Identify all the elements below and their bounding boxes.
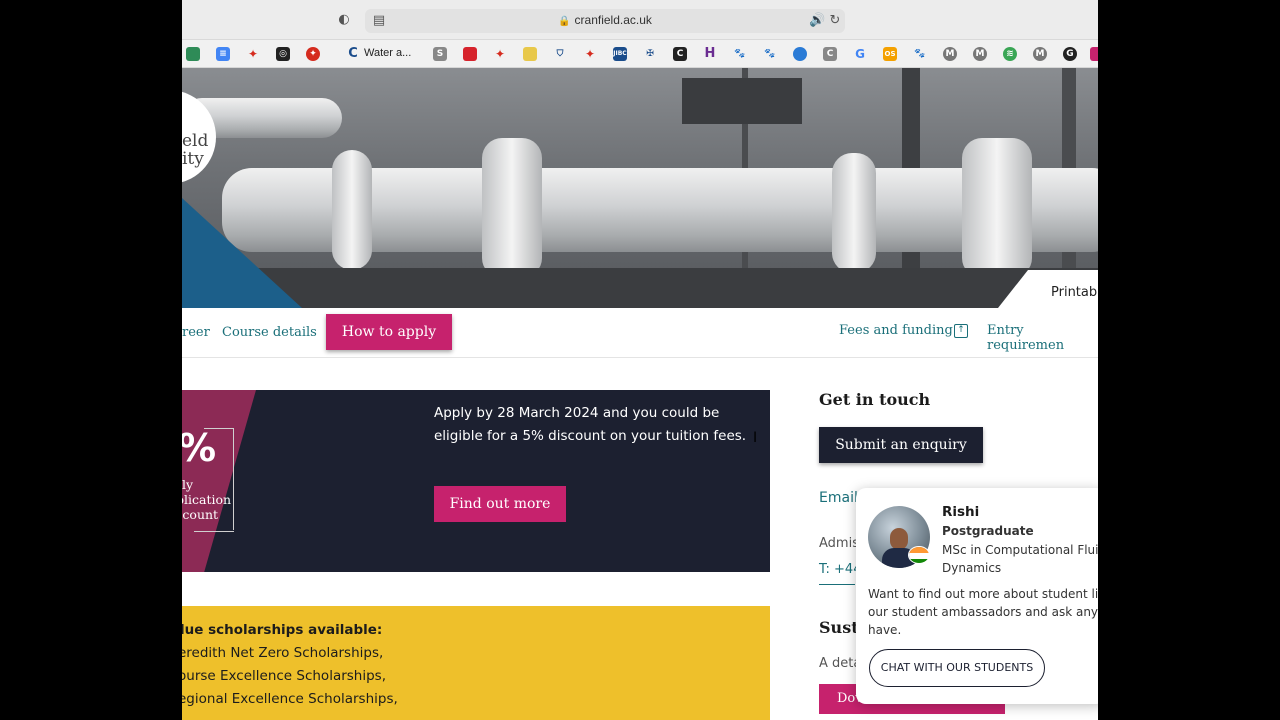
scholarships-box: lue scholarships available: eredith Net … [182,606,770,720]
reload-icon[interactable]: ↻ [827,13,843,29]
browser-window: ◐ ▤ 🔒 cranfield.ac.uk 🔊 ↻ ≡ ✦ ◎ ✦ C Water… [182,0,1098,720]
bookmark-favicon-icon[interactable] [186,47,200,61]
submit-enquiry-button[interactable]: Submit an enquiry [819,427,983,463]
layers-icon[interactable]: ≋ [1003,47,1017,61]
m-icon[interactable]: M [943,47,957,61]
paw-icon[interactable]: 🐾 [733,47,747,61]
discount-description: Apply by 28 March 2024 and you could be … [434,405,747,444]
course-subnav: reer Course details How to apply Fees an… [182,308,1098,358]
logo-corner-shape [182,198,302,308]
maple-leaf-icon[interactable]: ✦ [493,47,507,61]
ambassador-level: Postgraduate [942,524,1034,538]
maple-leaf-icon[interactable]: ✦ [246,47,260,61]
docs-icon[interactable]: ≡ [216,47,230,61]
text-cursor-icon: I [753,430,758,446]
c-icon[interactable]: C [673,47,687,61]
g-icon[interactable]: G [1063,47,1077,61]
printable-label[interactable]: Printab [1051,285,1097,300]
maple-leaf-icon[interactable]: ✦ [306,47,320,61]
paw-icon[interactable]: 🐾 [763,47,777,61]
bookmark-favicon-icon[interactable] [463,47,477,61]
tab-fees-and-funding[interactable]: Fees and funding [839,323,953,338]
sustainability-text: A deta [819,656,862,671]
admissions-label: Admis [819,536,859,551]
india-flag-icon [908,546,930,564]
external-link-icon: ↑ [954,324,968,338]
maple-leaf-icon[interactable]: ✦ [583,47,597,61]
m-icon[interactable]: M [1033,47,1047,61]
tab-how-to-apply[interactable]: How to apply [326,314,452,350]
tab-course-details[interactable]: Course details [222,325,317,340]
bookmark-water[interactable]: Water a... [364,47,411,59]
jibc-icon[interactable]: JIBC [613,47,627,61]
bookmarks-bar: ≡ ✦ ◎ ✦ C Water a... S ✦ ⛉ ✦ JIBC ✠ C H … [182,40,1098,68]
ambassador-name: Rishi [942,504,980,520]
chat-message: Want to find out more about student life… [868,587,1098,637]
tab-career[interactable]: reer [182,325,210,340]
chat-with-students-button[interactable]: CHAT WITH OUR STUDENTS [869,649,1045,687]
url-field[interactable]: ▤ 🔒 cranfield.ac.uk 🔊 ↻ [365,9,845,33]
s-icon[interactable]: S [433,47,447,61]
shield-icon[interactable]: ◐ [336,12,352,28]
scholarship-item[interactable]: ourse Excellence Scholarships, [182,668,386,684]
os-icon[interactable]: OS [883,47,897,61]
bookmark-favicon-icon[interactable]: ◎ [276,47,290,61]
student-chat-popup[interactable]: Rishi Postgraduate MSc in Computational … [856,488,1098,704]
h-icon[interactable]: H [703,47,717,61]
m-icon[interactable]: M [973,47,987,61]
bookmark-favicon-icon[interactable] [1090,47,1098,61]
scholarship-item[interactable]: egional Excellence Scholarships, [182,691,398,707]
crest-icon[interactable]: ✠ [643,47,657,61]
google-icon[interactable]: G [853,47,867,61]
cranfield-c-icon[interactable]: C [346,47,360,61]
scholarships-title: lue scholarships available: [182,622,383,638]
lock-icon: 🔒 [558,16,571,27]
c-icon[interactable]: C [823,47,837,61]
paw-icon[interactable]: 🐾 [913,47,927,61]
url-text: cranfield.ac.uk [574,13,652,27]
hero-image: eld ity [182,68,1098,308]
scholarship-item[interactable]: eredith Net Zero Scholarships, [182,645,383,661]
discount-percent: % [182,426,216,470]
speaker-icon[interactable]: 🔊 [809,13,825,29]
find-out-more-button[interactable]: Find out more [434,486,566,522]
sustainability-heading: Sust [819,618,859,637]
shield-crest-icon[interactable]: ⛉ [553,47,567,61]
get-in-touch-heading: Get in touch [819,390,931,409]
folder-icon[interactable] [523,47,537,61]
address-bar: ◐ ▤ 🔒 cranfield.ac.uk 🔊 ↻ [182,0,1098,40]
blue-dot-icon[interactable] [793,47,807,61]
early-application-banner: % rly plication scount Apply by 28 March… [182,390,770,572]
ambassador-course: MSc in Computational Fluid Dynamics [942,543,1098,575]
discount-label: rly plication scount [182,477,232,522]
logo-text: eld ity [182,131,209,169]
tab-entry-requirements[interactable]: Entry requiremen [987,323,1098,353]
